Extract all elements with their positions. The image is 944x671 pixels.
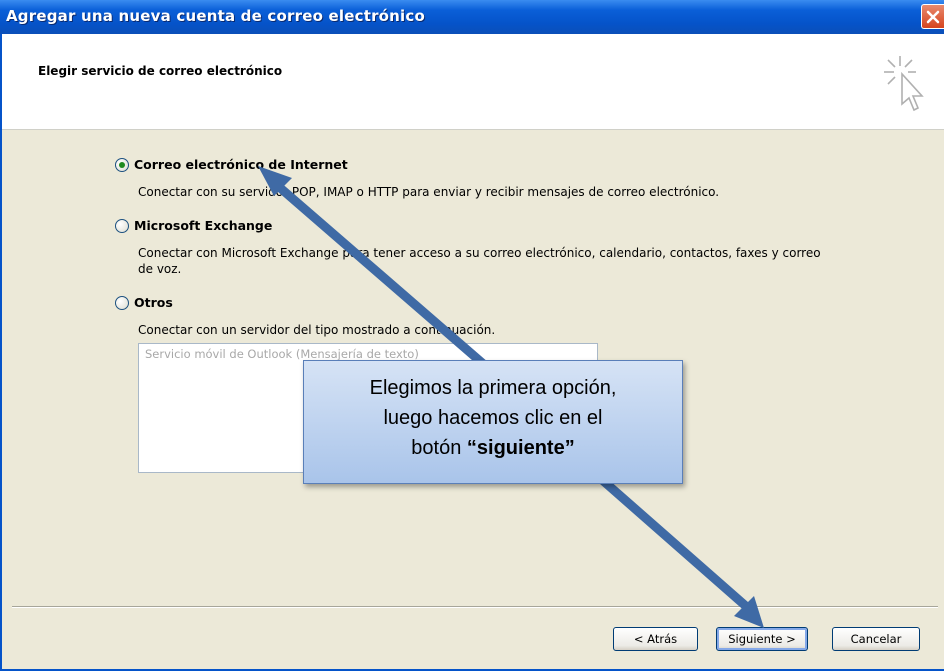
option-internet-email-description: Conectar con su servidor POP, IMAP o HTT…	[138, 185, 720, 199]
title-bar: Agregar una nueva cuenta de correo elect…	[0, 0, 944, 34]
cancel-button[interactable]: Cancelar	[832, 627, 920, 651]
callout-line1: Elegimos la primera opción,	[369, 377, 617, 399]
listbox-item[interactable]: Servicio móvil de Outlook (Mensajería de…	[145, 347, 419, 361]
option-others-label[interactable]: Otros	[134, 295, 173, 310]
option-others-description: Conectar con un servidor del tipo mostra…	[138, 323, 496, 337]
next-button[interactable]: Siguiente >	[716, 627, 808, 651]
callout-line3-bold: “siguiente”	[466, 437, 575, 459]
wizard-header: Elegir servicio de correo electrónico	[2, 34, 944, 130]
option-internet-email-label[interactable]: Correo electrónico de Internet	[134, 157, 348, 172]
option-exchange-description-line1: Conectar con Microsoft Exchange para ten…	[138, 246, 821, 260]
radio-others[interactable]	[115, 296, 129, 310]
radio-microsoft-exchange[interactable]	[115, 219, 129, 233]
option-exchange-description-line2: de voz.	[138, 262, 182, 276]
option-exchange-label[interactable]: Microsoft Exchange	[134, 218, 272, 233]
footer-separator	[12, 606, 938, 608]
back-button[interactable]: < Atrás	[613, 627, 698, 651]
callout-line3: botón “siguiente”	[304, 433, 682, 463]
callout-line2: luego hacemos clic en el	[383, 407, 603, 429]
instruction-callout: Elegimos la primera opción, luego hacemo…	[303, 360, 683, 484]
close-button[interactable]	[921, 4, 944, 29]
wizard-cursor-icon	[884, 56, 924, 112]
page-title: Elegir servicio de correo electrónico	[38, 64, 283, 78]
radio-internet-email[interactable]	[115, 158, 129, 172]
window-title: Agregar una nueva cuenta de correo elect…	[6, 7, 425, 25]
close-icon	[926, 10, 940, 24]
callout-line3-prefix: botón	[411, 437, 467, 459]
